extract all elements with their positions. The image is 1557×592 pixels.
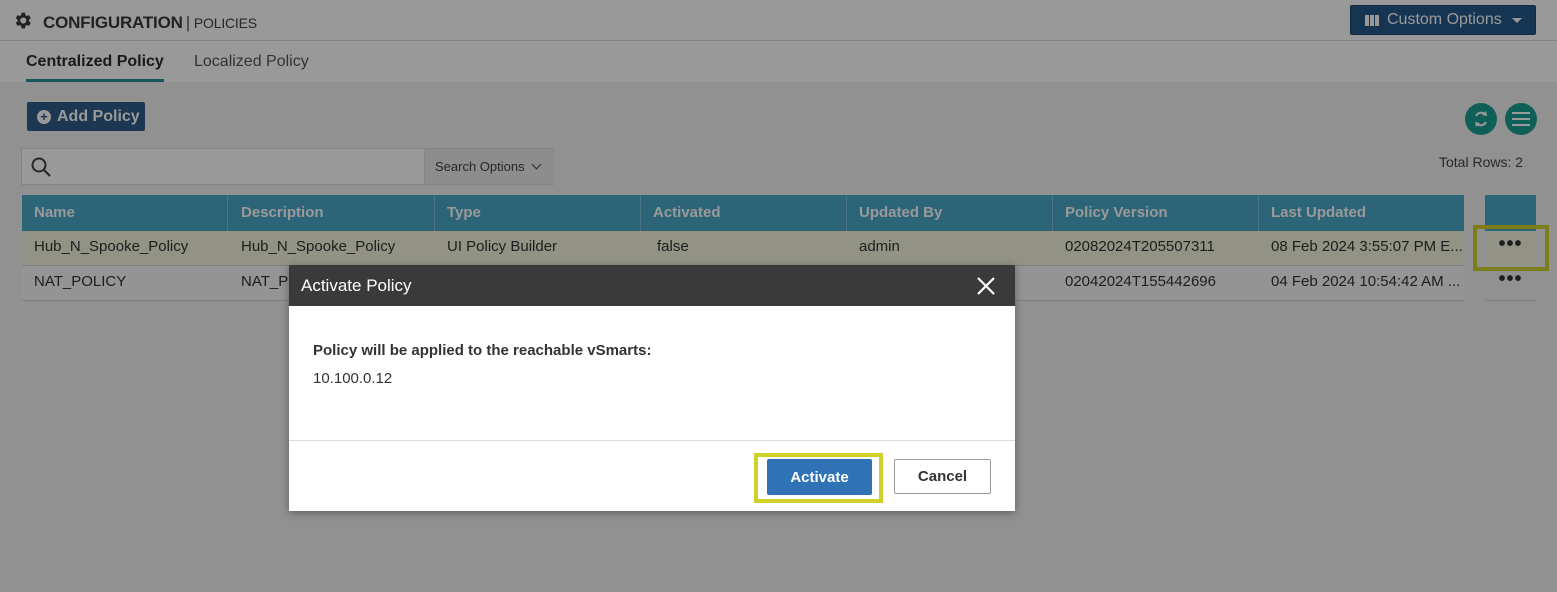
dialog-title: Activate Policy bbox=[301, 276, 412, 295]
activate-policy-dialog: Activate Policy Policy will be applied t… bbox=[289, 265, 1015, 511]
activate-button[interactable]: Activate bbox=[767, 459, 872, 495]
dialog-header: Activate Policy bbox=[289, 265, 1015, 306]
dialog-divider bbox=[289, 440, 1015, 441]
dialog-message: Policy will be applied to the reachable … bbox=[313, 342, 652, 359]
close-icon[interactable] bbox=[975, 275, 997, 297]
vsmart-ip: 10.100.0.12 bbox=[313, 370, 393, 387]
cancel-button[interactable]: Cancel bbox=[894, 459, 991, 494]
